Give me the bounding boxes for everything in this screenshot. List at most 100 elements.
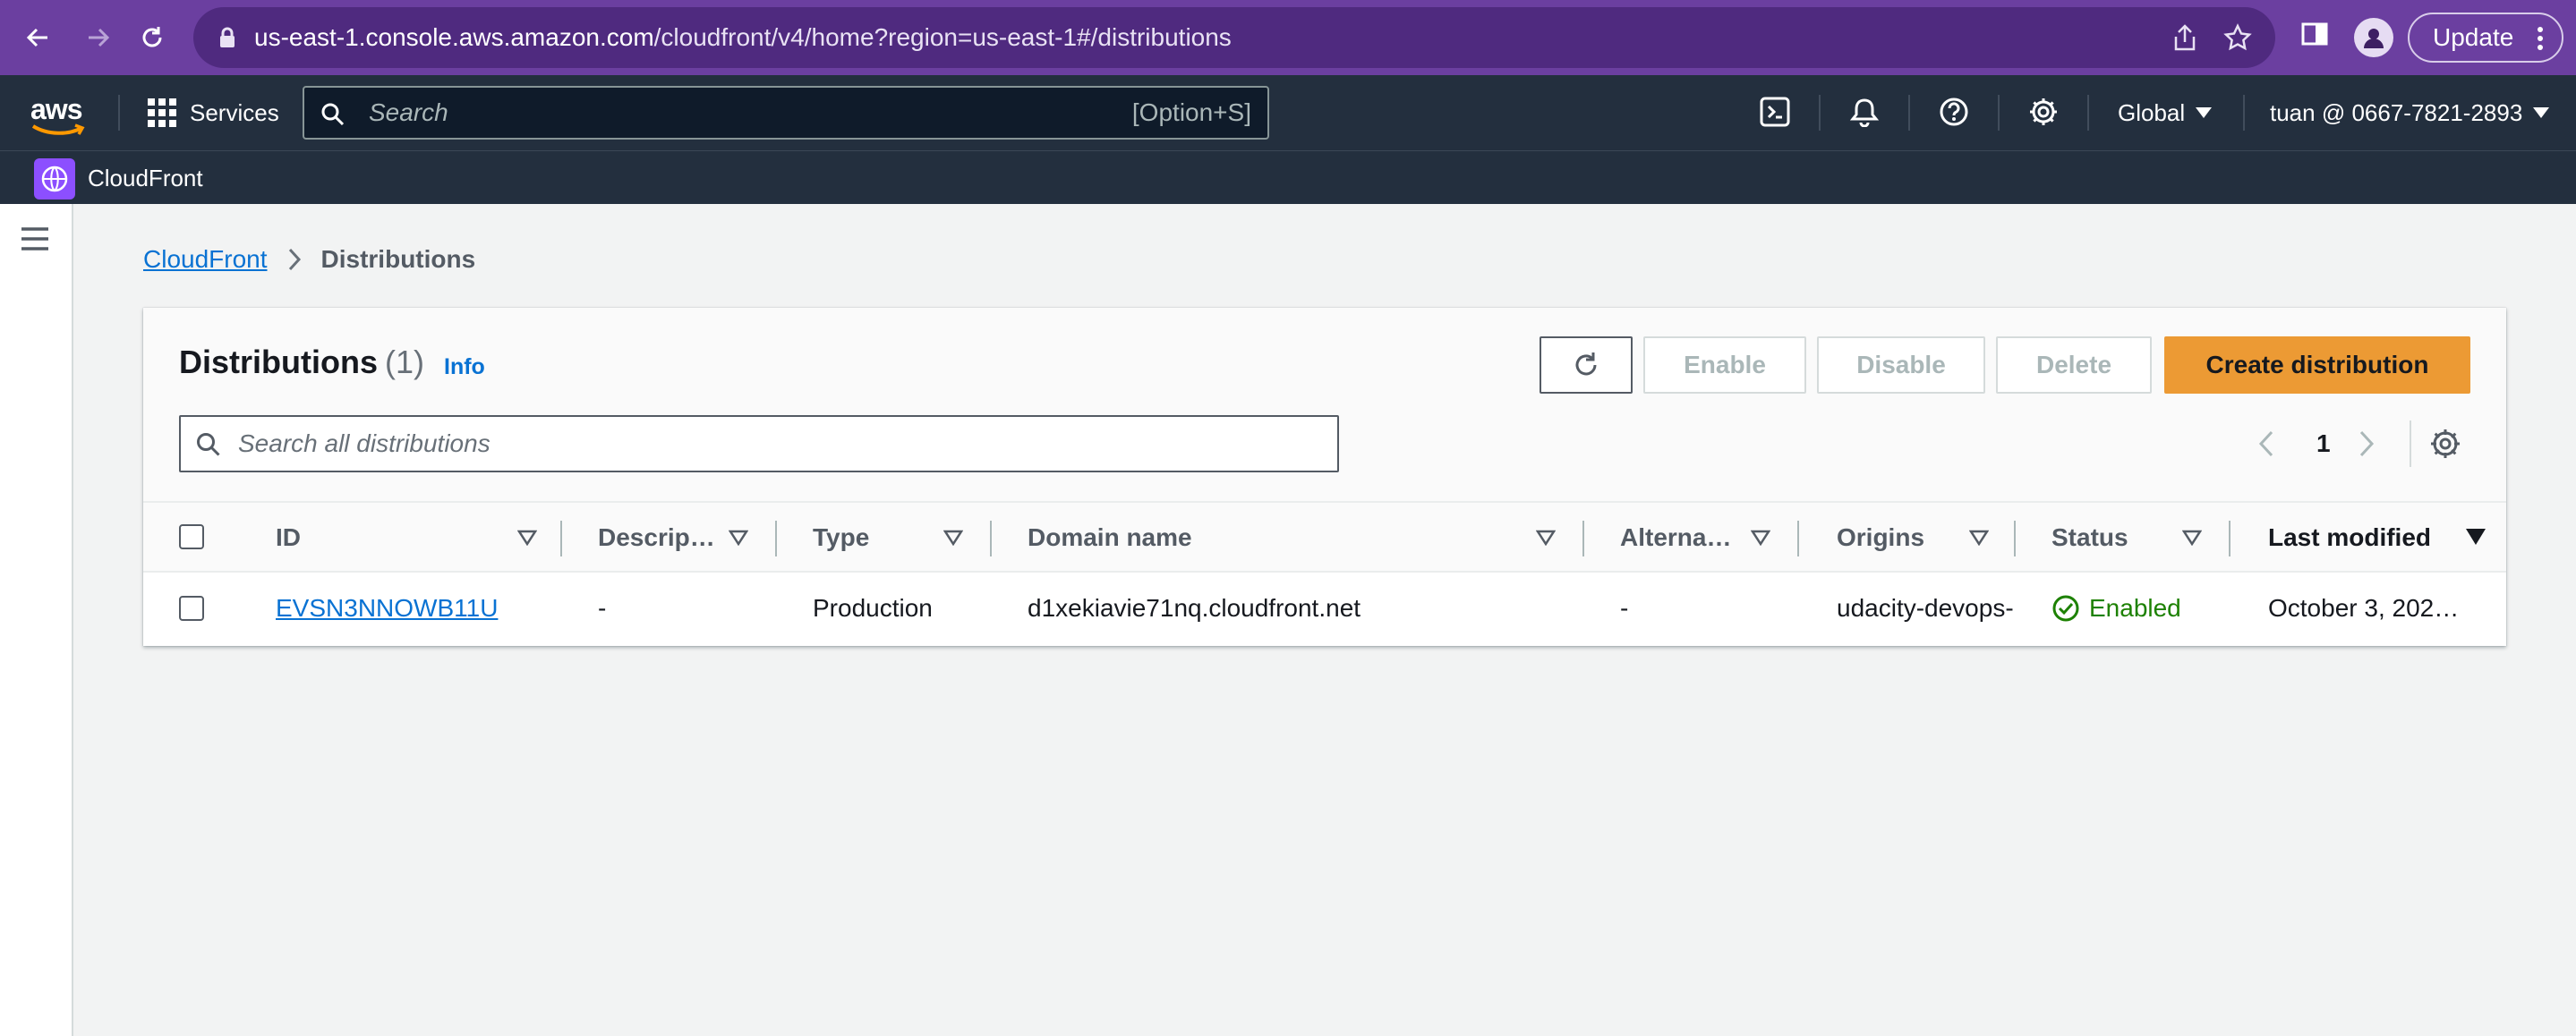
table-row[interactable]: EVSN3NNOWB11U - Production d1xekiavie71n… xyxy=(143,573,2506,644)
nav-divider xyxy=(2243,95,2245,131)
refresh-button[interactable] xyxy=(1540,336,1633,394)
sort-icon[interactable] xyxy=(729,530,748,546)
column-resizer[interactable] xyxy=(2229,521,2231,556)
forward-icon[interactable] xyxy=(81,20,116,55)
nav-divider xyxy=(118,95,120,131)
distributions-table-container: Distributions (1) Info Enable Disable Del… xyxy=(143,308,2506,646)
reload-icon[interactable] xyxy=(134,20,170,55)
refresh-icon xyxy=(1575,352,1597,376)
grid-icon xyxy=(148,98,176,127)
column-header-domain-name[interactable]: Domain name xyxy=(1028,503,1192,573)
sort-icon[interactable] xyxy=(2182,530,2202,546)
console-search-input[interactable]: Search [Option+S] xyxy=(303,86,1269,140)
caret-down-icon xyxy=(2196,107,2213,118)
distributions-search-input[interactable]: Search all distributions xyxy=(179,415,1339,472)
table-preferences-gear-icon[interactable] xyxy=(2429,428,2461,464)
column-header-description[interactable]: Descrip… xyxy=(598,503,715,573)
cell-domain-name: d1xekiavie71nq.cloudfront.net xyxy=(1028,594,1361,622)
region-selector[interactable]: Global xyxy=(2118,95,2213,131)
nav-divider xyxy=(1819,95,1821,131)
cell-description: - xyxy=(598,594,607,622)
column-header-status[interactable]: Status xyxy=(2051,503,2128,573)
pager-divider xyxy=(2410,420,2411,467)
table-column-headers: ID Descrip… Type Domain name Alterna… Or… xyxy=(143,501,2506,573)
info-link[interactable]: Info xyxy=(444,354,485,380)
cloudfront-service-icon[interactable] xyxy=(34,158,75,200)
search-icon xyxy=(197,433,220,456)
disable-button[interactable]: Disable xyxy=(1817,336,1985,394)
lock-icon[interactable] xyxy=(218,27,236,53)
back-icon[interactable] xyxy=(20,20,55,55)
account-menu[interactable]: tuan @ 0667-7821-2893 xyxy=(2270,95,2550,131)
enable-button[interactable]: Enable xyxy=(1643,336,1806,394)
services-label: Services xyxy=(190,98,279,126)
help-icon[interactable] xyxy=(1939,97,1969,132)
column-resizer[interactable] xyxy=(990,521,992,556)
sort-descending-icon[interactable] xyxy=(2465,528,2486,546)
column-resizer[interactable] xyxy=(560,521,562,556)
url-path: /cloudfront/v4/home?region=us-east-1#/di… xyxy=(653,23,1232,51)
current-page-number[interactable]: 1 xyxy=(2316,422,2331,465)
nav-divider xyxy=(1998,95,2000,131)
distribution-count: (1) xyxy=(385,344,424,380)
next-page-icon[interactable] xyxy=(2358,422,2376,465)
sort-icon[interactable] xyxy=(517,530,537,546)
more-vertical-icon[interactable] xyxy=(2537,25,2544,58)
column-resizer[interactable] xyxy=(1797,521,1799,556)
column-resizer[interactable] xyxy=(2014,521,2016,556)
nav-divider xyxy=(1908,95,1910,131)
service-name-link[interactable]: CloudFront xyxy=(88,151,203,205)
profile-avatar-icon[interactable] xyxy=(2354,18,2393,57)
sort-icon[interactable] xyxy=(943,530,963,546)
select-all-checkbox[interactable] xyxy=(179,524,204,549)
create-distribution-button[interactable]: Create distribution xyxy=(2164,336,2470,394)
cell-type: Production xyxy=(813,594,933,622)
settings-gear-icon[interactable] xyxy=(2028,97,2059,132)
page-title: Distributions (1) xyxy=(179,344,424,381)
column-resizer[interactable] xyxy=(1582,521,1584,556)
success-check-icon xyxy=(2052,595,2079,622)
status-text: Enabled xyxy=(2089,594,2181,622)
sort-icon[interactable] xyxy=(1969,530,1989,546)
column-header-type[interactable]: Type xyxy=(813,503,869,573)
column-header-origins[interactable]: Origins xyxy=(1837,503,1924,573)
status-badge: Enabled xyxy=(2051,573,2231,644)
search-placeholder: Search xyxy=(369,98,448,126)
url-text[interactable]: us-east-1.console.aws.amazon.com/cloudfr… xyxy=(254,7,1232,68)
table-header-area: Distributions (1) Info Enable Disable Del… xyxy=(143,308,2506,501)
update-button[interactable]: Update xyxy=(2408,13,2563,63)
aws-logo[interactable]: aws xyxy=(30,93,88,136)
breadcrumb-current: Distributions xyxy=(320,245,476,273)
column-header-alternate-domain[interactable]: Alterna… xyxy=(1620,503,1731,573)
services-menu-button[interactable]: Services xyxy=(147,95,279,131)
service-bar: CloudFront xyxy=(0,150,2576,204)
sort-icon[interactable] xyxy=(1751,530,1770,546)
title-text: Distributions xyxy=(179,344,378,380)
aws-top-nav: aws Services Search [Option+S] Global tu… xyxy=(0,75,2576,150)
search-icon xyxy=(321,103,345,126)
column-resizer[interactable] xyxy=(775,521,777,556)
side-panel-icon[interactable] xyxy=(2300,20,2329,53)
menu-hamburger-icon[interactable] xyxy=(20,225,50,257)
breadcrumb-cloudfront-link[interactable]: CloudFront xyxy=(143,245,268,274)
search-shortcut-hint: [Option+S] xyxy=(1131,98,1251,126)
address-bar[interactable]: us-east-1.console.aws.amazon.com/cloudfr… xyxy=(193,7,2275,68)
distribution-id-link[interactable]: EVSN3NNOWB11U xyxy=(276,573,562,644)
delete-button[interactable]: Delete xyxy=(1996,336,2152,394)
update-label: Update xyxy=(2433,23,2514,51)
notifications-bell-icon[interactable] xyxy=(1849,97,1880,132)
cell-last-modified: October 3, 202… xyxy=(2268,594,2460,622)
browser-toolbar: us-east-1.console.aws.amazon.com/cloudfr… xyxy=(0,0,2576,75)
url-host: us-east-1.console.aws.amazon.com xyxy=(254,23,654,51)
cell-alternate-domain: - xyxy=(1620,594,1629,622)
row-select-checkbox[interactable] xyxy=(179,596,204,621)
cloudshell-icon[interactable] xyxy=(1760,97,1790,132)
column-header-id[interactable]: ID xyxy=(276,503,301,573)
caret-down-icon xyxy=(2533,107,2550,118)
share-icon[interactable] xyxy=(2171,23,2198,56)
bookmark-star-icon[interactable] xyxy=(2223,23,2252,56)
previous-page-icon[interactable] xyxy=(2257,422,2275,465)
column-header-last-modified[interactable]: Last modified xyxy=(2268,503,2431,573)
cell-origins: udacity-devops- xyxy=(1837,594,2014,622)
sort-icon[interactable] xyxy=(1536,530,1556,546)
